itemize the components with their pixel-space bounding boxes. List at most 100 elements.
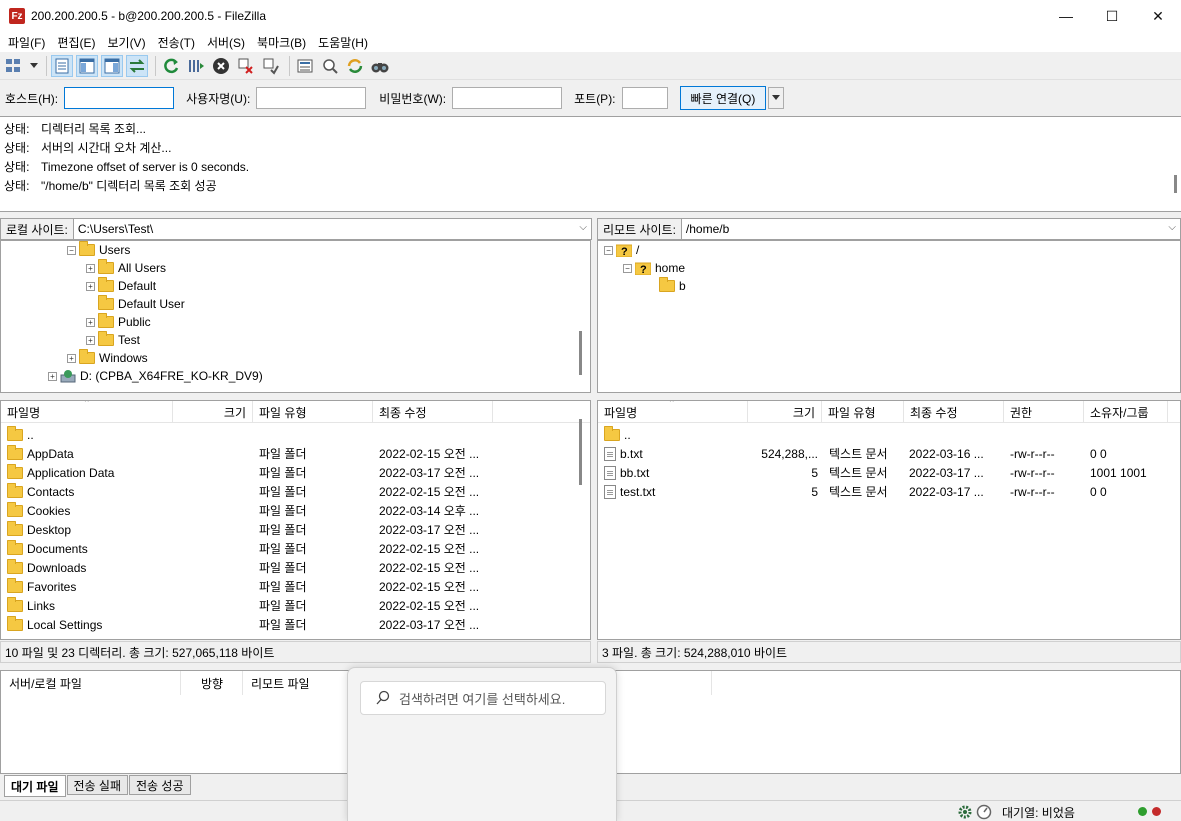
cell-modified: 2022-03-17 오전 ... <box>379 618 480 632</box>
tree-item-users[interactable]: − Users <box>67 241 130 259</box>
cell-size: 524,288,... <box>761 446 818 461</box>
tree-item-all-users[interactable]: + All Users <box>86 259 166 277</box>
reconnect-icon[interactable] <box>260 55 282 77</box>
expand-icon[interactable]: + <box>86 335 95 345</box>
cell-filename: AppData <box>7 444 173 463</box>
remote-path-combo[interactable]: /home/b ⌵ <box>680 218 1181 240</box>
chevron-down-icon[interactable]: ⌵ <box>1168 222 1176 233</box>
tree-item-default-user[interactable]: Default User <box>98 295 185 313</box>
column-permissions[interactable]: 권한 <box>1004 401 1084 423</box>
table-row[interactable]: bb.txt 5 텍스트 문서 2022-03-17 ... -rw-r--r-- 100… <box>598 463 1180 482</box>
table-row[interactable]: Documents 파일 폴더 2022-02-15 오전 ... <box>1 539 590 558</box>
toggle-queue-icon[interactable] <box>126 54 148 77</box>
column-size[interactable]: 크기 <box>173 401 253 423</box>
column-filename[interactable]: 파일명 ⌃ <box>1 401 173 423</box>
table-row[interactable]: .. <box>1 425 590 444</box>
table-row[interactable]: Contacts 파일 폴더 2022-02-15 오전 ... <box>1 482 590 501</box>
column-local-file[interactable]: 서버/로컬 파일 <box>1 671 181 695</box>
collapse-icon[interactable]: − <box>623 263 632 273</box>
expand-icon[interactable]: + <box>86 317 95 327</box>
column-owner[interactable]: 소유자/그룹 <box>1084 401 1168 423</box>
tree-item-drive-d[interactable]: + D: (CPBA_X64FRE_KO-KR_DV9) <box>48 367 263 385</box>
expand-icon[interactable]: + <box>67 353 76 363</box>
table-row[interactable]: AppData 파일 폴더 2022-02-15 오전 ... <box>1 444 590 463</box>
tree-item-windows[interactable]: + Windows <box>67 349 148 367</box>
collapse-icon[interactable]: − <box>604 245 613 255</box>
maximize-button[interactable]: ☐ <box>1089 0 1135 32</box>
speed-limit-icon[interactable] <box>976 804 992 820</box>
table-row[interactable]: Downloads 파일 폴더 2022-02-15 오전 ... <box>1 558 590 577</box>
toolbar-separator <box>155 55 156 76</box>
table-row[interactable]: Links 파일 폴더 2022-02-15 오전 ... <box>1 596 590 615</box>
sync-browse-icon[interactable] <box>344 55 366 77</box>
expand-icon[interactable]: + <box>86 281 95 291</box>
tree-item-default[interactable]: + Default <box>86 277 156 295</box>
tree-item-b[interactable]: b <box>659 277 686 295</box>
close-button[interactable]: ✕ <box>1135 0 1181 32</box>
filter-icon[interactable] <box>294 55 316 77</box>
tab-queued-files[interactable]: 대기 파일 <box>4 775 66 797</box>
column-size[interactable]: 크기 <box>748 401 822 423</box>
toggle-local-tree-icon[interactable] <box>76 54 98 77</box>
host-input[interactable] <box>64 87 175 109</box>
table-row[interactable]: .. <box>598 425 1180 444</box>
local-path-combo[interactable]: C:\Users\Test\ ⌵ <box>72 218 592 240</box>
cell-owner: 0 0 <box>1090 484 1107 499</box>
menu-bookmarks[interactable]: 북마크(B) <box>251 34 312 51</box>
menu-file[interactable]: 파일(F) <box>2 34 51 51</box>
cancel-operation-icon[interactable] <box>210 55 232 77</box>
unknown-folder-icon: ? <box>635 262 651 275</box>
toggle-remote-tree-icon[interactable] <box>101 54 123 77</box>
column-modified[interactable]: 최종 수정 <box>904 401 1004 423</box>
expand-icon[interactable]: + <box>48 371 57 381</box>
tree-item-home[interactable]: −? home <box>623 259 685 277</box>
table-row[interactable]: Application Data 파일 폴더 2022-03-17 오전 ... <box>1 463 590 482</box>
dropdown-arrow-icon[interactable] <box>29 55 39 77</box>
menu-help[interactable]: 도움말(H) <box>312 34 374 51</box>
cell-permissions: -rw-r--r-- <box>1010 484 1055 499</box>
table-row[interactable]: Cookies 파일 폴더 2022-03-14 오후 ... <box>1 501 590 520</box>
chevron-down-icon[interactable]: ⌵ <box>579 222 587 233</box>
column-type[interactable]: 파일 유형 <box>253 401 373 423</box>
menu-view[interactable]: 보기(V) <box>101 34 151 51</box>
menu-edit[interactable]: 편집(E) <box>51 34 101 51</box>
tree-item-test[interactable]: + Test <box>86 331 140 349</box>
compare-icon[interactable] <box>319 55 341 77</box>
refresh-icon[interactable] <box>160 55 182 77</box>
cell-filename: Cookies <box>7 501 173 520</box>
disconnect-icon[interactable] <box>235 55 257 77</box>
site-manager-icon[interactable] <box>4 55 26 77</box>
log-scrollbar[interactable] <box>1174 175 1177 193</box>
tab-failed-transfers[interactable]: 전송 실패 <box>66 775 128 795</box>
tree-item-public[interactable]: + Public <box>86 313 151 331</box>
minimize-button[interactable]: — <box>1043 0 1089 32</box>
port-input[interactable] <box>621 87 668 109</box>
quickconnect-history-dropdown[interactable] <box>768 87 785 109</box>
table-row[interactable]: test.txt 5 텍스트 문서 2022-03-17 ... -rw-r--r-- 0… <box>598 482 1180 501</box>
table-row[interactable]: b.txt 524,288,... 텍스트 문서 2022-03-16 ... -rw-… <box>598 444 1180 463</box>
quickconnect-button[interactable]: 빠른 연결(Q) <box>679 86 767 110</box>
gear-icon[interactable] <box>957 804 973 820</box>
menu-transfer[interactable]: 전송(T) <box>152 34 201 51</box>
menu-server[interactable]: 서버(S) <box>201 34 251 51</box>
search-input[interactable]: 검색하려면 여기를 선택하세요. <box>360 681 606 715</box>
toggle-log-icon[interactable] <box>51 54 73 77</box>
table-row[interactable]: Desktop 파일 폴더 2022-03-17 오전 ... <box>1 520 590 539</box>
password-input[interactable] <box>452 87 563 109</box>
expand-icon[interactable]: + <box>86 263 95 273</box>
table-row[interactable]: Local Settings 파일 폴더 2022-03-17 오전 ... <box>1 615 590 634</box>
column-filename[interactable]: 파일명 ⌃ <box>598 401 748 423</box>
tab-successful-transfers[interactable]: 전송 성공 <box>129 775 191 795</box>
process-queue-icon[interactable] <box>185 55 207 77</box>
tree-item-root[interactable]: −? / <box>604 241 639 259</box>
cell-modified: 2022-02-15 오전 ... <box>379 580 480 594</box>
local-list-scrollbar[interactable] <box>579 419 582 485</box>
local-tree-scrollbar[interactable] <box>579 331 582 375</box>
column-modified[interactable]: 최종 수정 <box>373 401 493 423</box>
column-type[interactable]: 파일 유형 <box>822 401 904 423</box>
column-direction[interactable]: 방향 <box>181 671 243 695</box>
search-files-icon[interactable] <box>369 55 391 77</box>
user-input[interactable] <box>256 87 367 109</box>
table-row[interactable]: Favorites 파일 폴더 2022-02-15 오전 ... <box>1 577 590 596</box>
collapse-icon[interactable]: − <box>67 245 76 255</box>
